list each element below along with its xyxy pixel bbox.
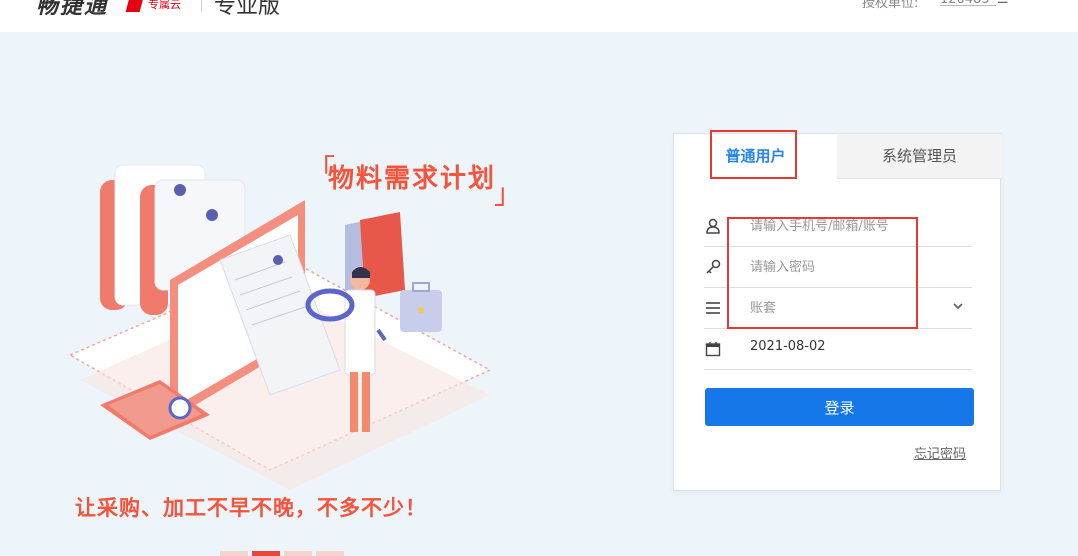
carousel-indicators	[220, 551, 344, 556]
account-input[interactable]	[750, 216, 950, 236]
password-input[interactable]	[750, 257, 950, 277]
list-icon	[704, 300, 722, 318]
calendar-icon	[704, 341, 722, 359]
brand-logo-mark	[125, 0, 145, 12]
tab-system-admin[interactable]: 系统管理员	[837, 134, 1002, 179]
mrp-illustration	[68, 164, 492, 490]
auth-unit-value[interactable]: 120485	[940, 0, 996, 7]
user-icon	[704, 218, 722, 236]
ledger-field[interactable]	[704, 288, 972, 329]
carousel-dot-active[interactable]	[252, 551, 280, 556]
brand-name: 畅捷通	[36, 0, 109, 19]
date-field[interactable]: 2021-08-02	[704, 329, 972, 370]
brand-subtitle: 专属云	[148, 0, 181, 11]
carousel-dot[interactable]	[316, 551, 344, 556]
menu-icon[interactable]: ☰	[997, 0, 1009, 7]
top-header: 畅捷通 专属云 专业版 授权单位: 120485 ☰	[0, 0, 1078, 32]
auth-unit-label: 授权单位:	[862, 0, 919, 11]
tab-normal-user[interactable]: 普通用户	[674, 134, 837, 179]
key-icon	[704, 259, 722, 277]
edition-label: 专业版	[214, 0, 281, 19]
carousel-dot[interactable]	[220, 551, 248, 556]
account-field	[704, 206, 972, 247]
login-tabs: 普通用户 系统管理员	[674, 134, 1002, 179]
chevron-down-icon[interactable]	[952, 300, 964, 315]
forgot-password-link[interactable]: 忘记密码	[914, 443, 966, 462]
login-button[interactable]: 登录	[705, 388, 974, 426]
carousel-dot[interactable]	[284, 551, 312, 556]
ledger-select[interactable]	[750, 298, 950, 318]
brand-divider	[201, 0, 202, 12]
date-value[interactable]: 2021-08-02	[750, 339, 950, 359]
password-field	[704, 247, 972, 288]
slogan-subtitle: 让采购、加工不早不晚，不多不少！	[75, 496, 427, 520]
login-card: 普通用户 系统管理员 2021-08-02 登录 忘记密码	[673, 130, 1002, 491]
